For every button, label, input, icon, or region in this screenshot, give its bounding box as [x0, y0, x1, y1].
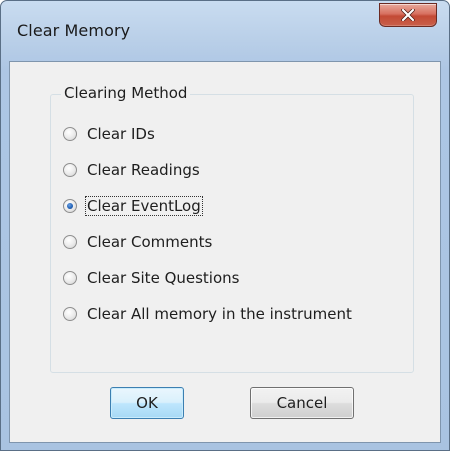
radio-option-clear-all-memory[interactable]: Clear All memory in the instrument	[63, 302, 353, 326]
radio-label: Clear All memory in the instrument	[87, 305, 352, 323]
radio-label: Clear Readings	[87, 161, 200, 179]
radio-option-clear-readings[interactable]: Clear Readings	[63, 158, 201, 182]
window-title: Clear Memory	[17, 21, 131, 40]
radio-button[interactable]	[63, 163, 77, 177]
ok-button[interactable]: OK	[110, 387, 184, 419]
clearing-method-group: Clearing Method Clear IDs Clear Readings…	[50, 84, 414, 373]
cancel-button[interactable]: Cancel	[250, 387, 354, 419]
radio-button-selected[interactable]	[63, 199, 77, 213]
radio-button[interactable]	[63, 307, 77, 321]
radio-label: Clear Site Questions	[87, 269, 240, 287]
dialog-body: Clearing Method Clear IDs Clear Readings…	[9, 61, 441, 443]
radio-button[interactable]	[63, 271, 77, 285]
radio-button[interactable]	[63, 235, 77, 249]
dialog-window: Clear Memory Clearing Method Clear IDs C…	[0, 0, 450, 451]
group-label: Clearing Method	[61, 84, 191, 102]
title-bar[interactable]: Clear Memory	[1, 1, 449, 61]
close-icon	[401, 9, 415, 21]
radio-option-clear-ids[interactable]: Clear IDs	[63, 122, 156, 146]
radio-label: Clear IDs	[87, 125, 155, 143]
radio-option-clear-eventlog[interactable]: Clear EventLog	[63, 194, 203, 218]
radio-button[interactable]	[63, 127, 77, 141]
radio-label: Clear Comments	[87, 233, 213, 251]
radio-option-clear-comments[interactable]: Clear Comments	[63, 230, 213, 254]
radio-option-clear-site-questions[interactable]: Clear Site Questions	[63, 266, 240, 290]
close-button[interactable]	[379, 3, 437, 27]
radio-label: Clear EventLog	[85, 196, 203, 216]
